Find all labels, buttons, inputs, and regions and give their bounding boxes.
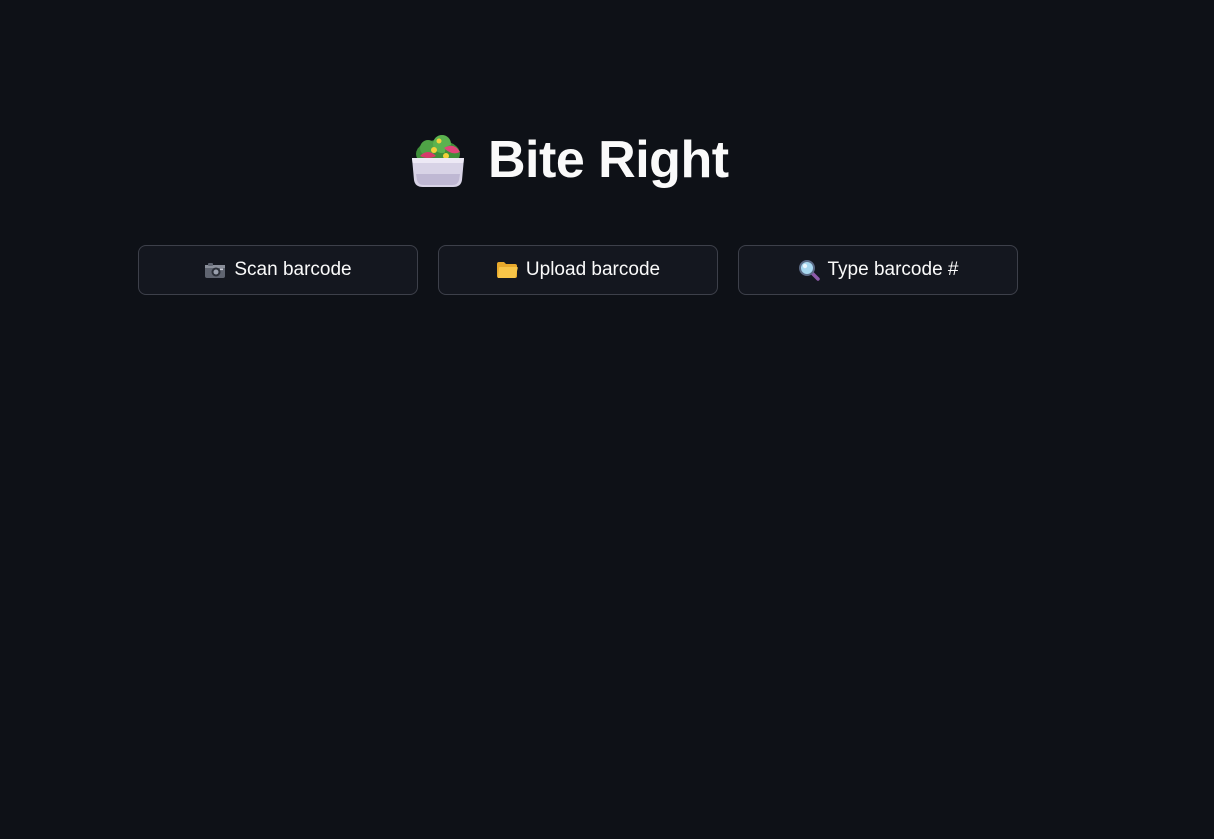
app-title: Bite Right bbox=[488, 131, 729, 189]
upload-barcode-label: Upload barcode bbox=[525, 259, 661, 280]
camera-icon bbox=[205, 263, 226, 278]
action-buttons: Scan barcode Upload barcode Type barcode… bbox=[138, 245, 1018, 295]
type-barcode-button[interactable]: Type barcode # bbox=[738, 245, 1018, 295]
magnifier-icon bbox=[798, 260, 820, 281]
folder-icon bbox=[496, 262, 518, 278]
upload-barcode-button[interactable]: Upload barcode bbox=[438, 245, 718, 295]
scan-barcode-label: Scan barcode bbox=[234, 259, 352, 280]
salad-bowl-icon bbox=[412, 135, 464, 187]
app-header: Bite Right bbox=[408, 128, 729, 192]
type-barcode-label: Type barcode # bbox=[827, 259, 959, 280]
scan-barcode-button[interactable]: Scan barcode bbox=[138, 245, 418, 295]
